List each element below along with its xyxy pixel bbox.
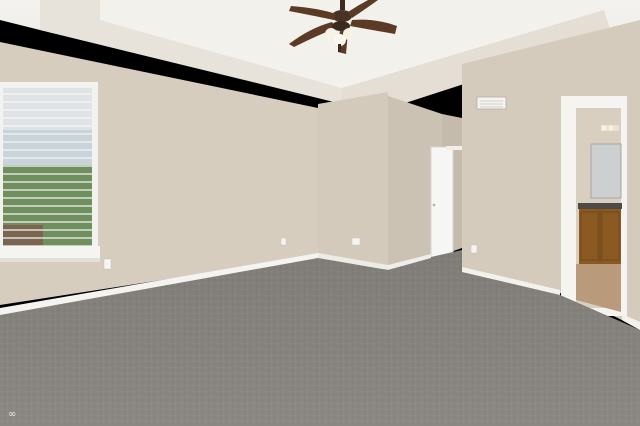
wall-outlet bbox=[103, 258, 112, 270]
wall-outlet bbox=[470, 244, 478, 254]
bathroom-doorway bbox=[561, 96, 627, 316]
air-vent bbox=[476, 96, 507, 110]
watermark: ∞ bbox=[8, 410, 16, 420]
room-photo: ∞ bbox=[0, 0, 640, 426]
wall-outlet bbox=[351, 237, 361, 246]
window bbox=[0, 82, 100, 262]
room-illustration bbox=[0, 0, 640, 426]
infinity-loop-icon: ∞ bbox=[8, 409, 17, 420]
wall-outlet bbox=[280, 237, 287, 246]
